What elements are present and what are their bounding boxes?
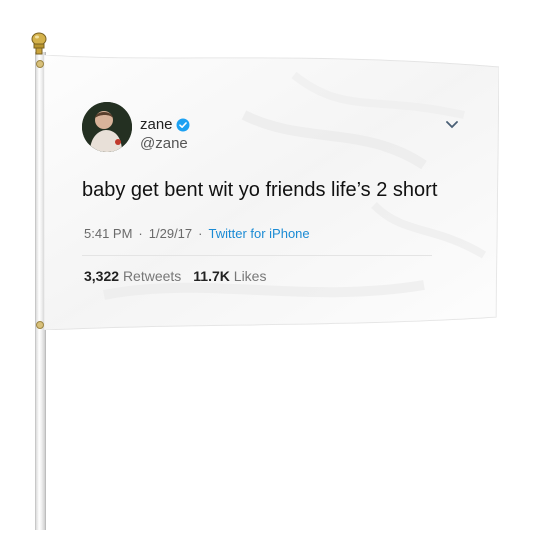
pole-finial-icon (31, 32, 47, 55)
likes-stat[interactable]: 11.7K Likes (193, 268, 266, 284)
tweet-stats: 3,322 Retweets 11.7K Likes (84, 268, 266, 284)
divider (82, 255, 432, 256)
tweet-meta: 5:41 PM · 1/29/17 · Twitter for iPhone (84, 226, 310, 241)
grommet-top (36, 60, 44, 68)
tweet-time: 5:41 PM (84, 226, 133, 241)
tweet-source-link[interactable]: Twitter for iPhone (208, 226, 309, 241)
grommet-bottom (36, 321, 44, 329)
chevron-down-icon[interactable] (446, 121, 458, 129)
separator: · (198, 226, 203, 241)
tweet-flag: zane @zane baby get bent wit yo friends … (44, 55, 499, 330)
retweets-count: 3,322 (84, 268, 120, 284)
retweets-label: Retweets (122, 268, 182, 284)
tweet-date[interactable]: 1/29/17 (149, 226, 192, 241)
tweet-text: baby get bent wit yo friends life’s 2 sh… (82, 179, 438, 201)
verified-badge-icon (176, 118, 190, 132)
display-name[interactable]: zane (140, 116, 173, 133)
likes-label: Likes (233, 268, 267, 284)
avatar (82, 102, 132, 152)
retweets-stat[interactable]: 3,322 Retweets (84, 268, 181, 284)
likes-count: 11.7K (193, 268, 230, 284)
separator: · (138, 226, 143, 241)
handle[interactable]: @zane (140, 135, 188, 152)
